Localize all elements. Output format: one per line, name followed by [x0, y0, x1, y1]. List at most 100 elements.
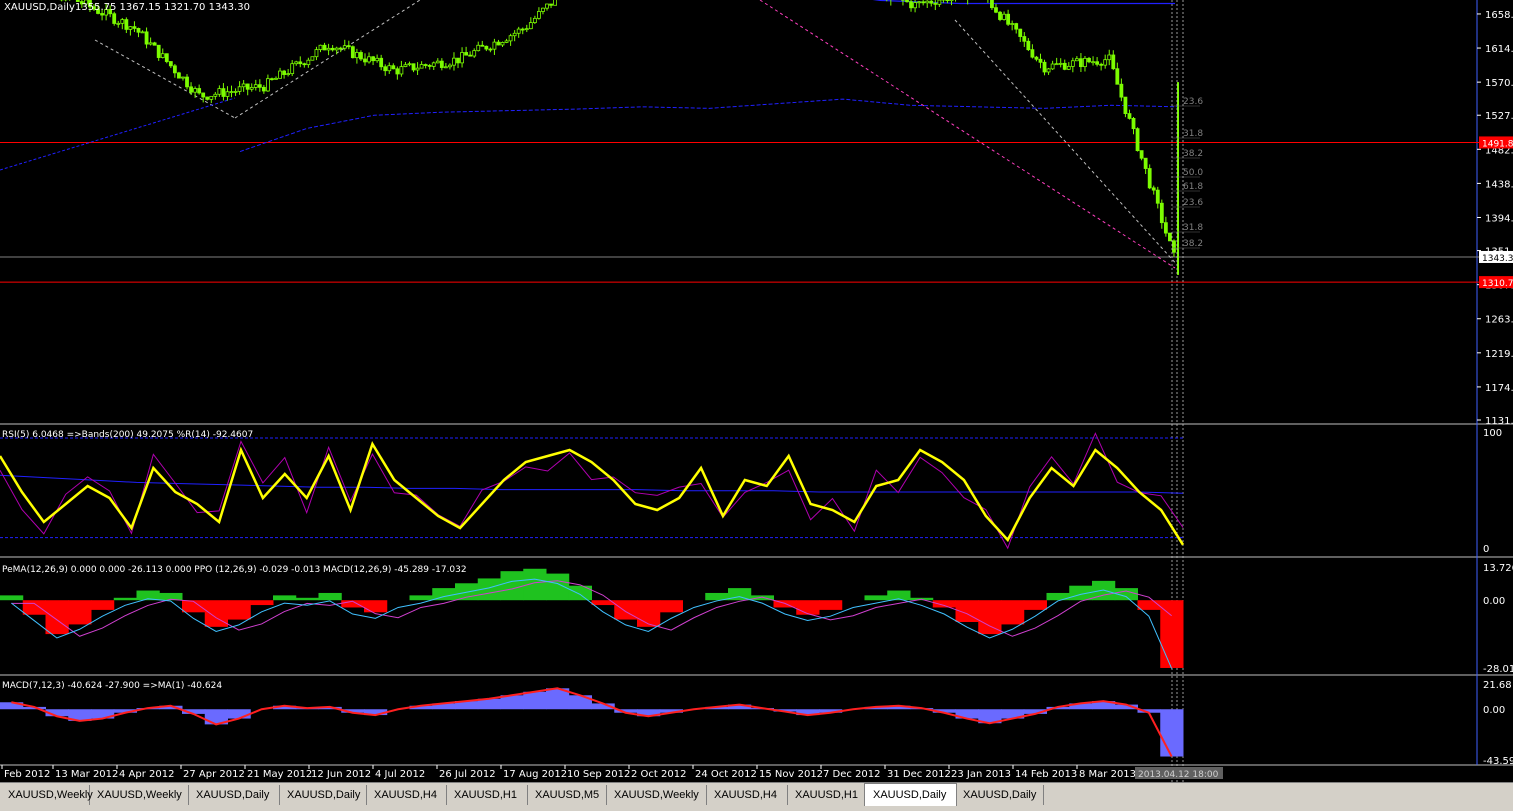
candle-body — [117, 23, 120, 24]
candle-body — [388, 66, 391, 71]
candle-body — [550, 4, 553, 5]
chart-tab[interactable]: XAUUSD,Weekly — [606, 785, 707, 805]
candle-body — [141, 32, 144, 33]
candle-body — [457, 58, 460, 63]
candle-body — [287, 74, 290, 75]
candle — [400, 61, 403, 77]
candle — [141, 30, 144, 33]
time-axis-label: 21 May 2012 — [247, 769, 312, 780]
ppo-histogram-bar — [546, 574, 569, 601]
candle-body — [517, 29, 520, 33]
candle — [469, 51, 472, 56]
candle — [242, 80, 245, 92]
macd-header: MACD(7,12,3) -40.624 -27.900 =>MA(1) -40… — [2, 681, 222, 691]
time-axis-label: 4 Apr 2012 — [119, 769, 174, 780]
candle-body — [1096, 62, 1099, 65]
price-label: 1343.3 — [1482, 254, 1513, 264]
candle-body — [149, 43, 152, 44]
candle-body — [1168, 233, 1171, 241]
candle — [1152, 186, 1155, 195]
chart-tab[interactable]: XAUUSD,Daily — [188, 785, 280, 805]
candle-body — [1172, 241, 1175, 252]
candle-body — [999, 12, 1002, 19]
chart-tab[interactable]: XAUUSD,M5 — [527, 785, 607, 805]
candle-body — [1047, 69, 1050, 72]
price-tick-label: 1570.0 — [1485, 78, 1513, 89]
fib-level-label: 61.8 — [1183, 182, 1203, 192]
candle — [392, 63, 395, 69]
candle — [408, 62, 411, 67]
candle-body — [1112, 55, 1115, 69]
candle-body — [194, 89, 197, 93]
candle-body — [133, 27, 136, 29]
candle — [303, 63, 306, 68]
candle-body — [392, 66, 395, 69]
candle — [473, 48, 476, 58]
candle — [339, 47, 342, 52]
time-axis-label: 14 Feb 2013 — [1015, 769, 1077, 780]
candle — [412, 63, 415, 72]
candle — [501, 42, 504, 47]
chart-ohlc-label: 1355.75 1367.15 1321.70 1343.30 — [75, 2, 250, 13]
candle-body — [129, 27, 132, 30]
candle-body — [1088, 58, 1091, 61]
chart-symbol-label: XAUUSD,Daily — [4, 2, 75, 13]
time-axis-label: 24 Oct 2012 — [695, 769, 757, 780]
candle — [161, 48, 164, 58]
candle — [457, 58, 460, 68]
candle-body — [218, 89, 221, 95]
candle-body — [1108, 55, 1111, 60]
ppo-histogram-bar — [1160, 600, 1183, 668]
chart-tab[interactable]: XAUUSD,Daily — [279, 785, 367, 805]
fib-level-label: 31.8 — [1183, 129, 1203, 139]
candle — [1019, 29, 1022, 42]
candle — [295, 61, 298, 66]
ppo-histogram-bar — [501, 571, 524, 600]
chart-tab[interactable]: XAUUSD,H1 — [787, 785, 865, 805]
candle — [1083, 56, 1086, 71]
candle-body — [400, 67, 403, 74]
time-axis-label: 10 Sep 2012 — [567, 769, 630, 780]
candle-body — [910, 2, 913, 8]
chart-tab[interactable]: XAUUSD,Weekly — [0, 785, 90, 805]
candle-body — [440, 61, 443, 67]
candle — [165, 53, 168, 63]
chart-canvas[interactable]: 1658.41614.21570.01527.11482.91438.71394… — [0, 0, 1513, 782]
candle — [926, 0, 929, 8]
candle — [448, 63, 451, 69]
chart-tab[interactable]: XAUUSD,Weekly — [89, 785, 189, 805]
candle-body — [295, 62, 298, 64]
time-axis-label: 23 Jan 2013 — [951, 769, 1011, 780]
candle — [234, 88, 237, 96]
time-axis-label: 31 Dec 2012 — [887, 769, 951, 780]
candle-body — [1140, 151, 1143, 159]
chart-window[interactable]: 1658.41614.21570.01527.11482.91438.71394… — [0, 0, 1513, 810]
chart-tab[interactable]: XAUUSD,H4 — [366, 785, 447, 805]
chart-tab[interactable]: XAUUSD,Daily — [955, 785, 1044, 805]
candle-body — [509, 36, 512, 41]
candle-body — [380, 58, 383, 66]
candle — [1088, 57, 1091, 63]
candle — [938, 0, 941, 7]
candle-body — [1124, 97, 1127, 113]
candle — [541, 8, 544, 15]
candle — [1031, 44, 1034, 58]
candle — [1067, 62, 1070, 70]
chart-tab[interactable]: XAUUSD,Daily — [864, 783, 957, 806]
candle — [133, 21, 136, 32]
price-tick-label: 1219.0 — [1485, 349, 1513, 360]
candle — [918, 1, 921, 8]
rsi-header: RSI(5) 6.0468 =>Bands(200) 49.2075 %R(14… — [2, 430, 253, 440]
price-tick-label: 1658.4 — [1485, 10, 1513, 21]
candle-body — [416, 68, 419, 70]
candle — [218, 85, 221, 97]
macd-histogram-bar — [523, 692, 546, 709]
candle-body — [270, 79, 273, 80]
candle-body — [1144, 158, 1147, 168]
time-axis-label: 15 Nov 2012 — [759, 769, 823, 780]
candle — [323, 43, 326, 50]
candle-body — [1003, 14, 1006, 19]
chart-tab[interactable]: XAUUSD,H1 — [446, 785, 528, 805]
chart-tab[interactable]: XAUUSD,H4 — [706, 785, 788, 805]
chart-tab-bar: XAUUSD,WeeklyXAUUSD,WeeklyXAUUSD,DailyXA… — [0, 782, 1513, 811]
